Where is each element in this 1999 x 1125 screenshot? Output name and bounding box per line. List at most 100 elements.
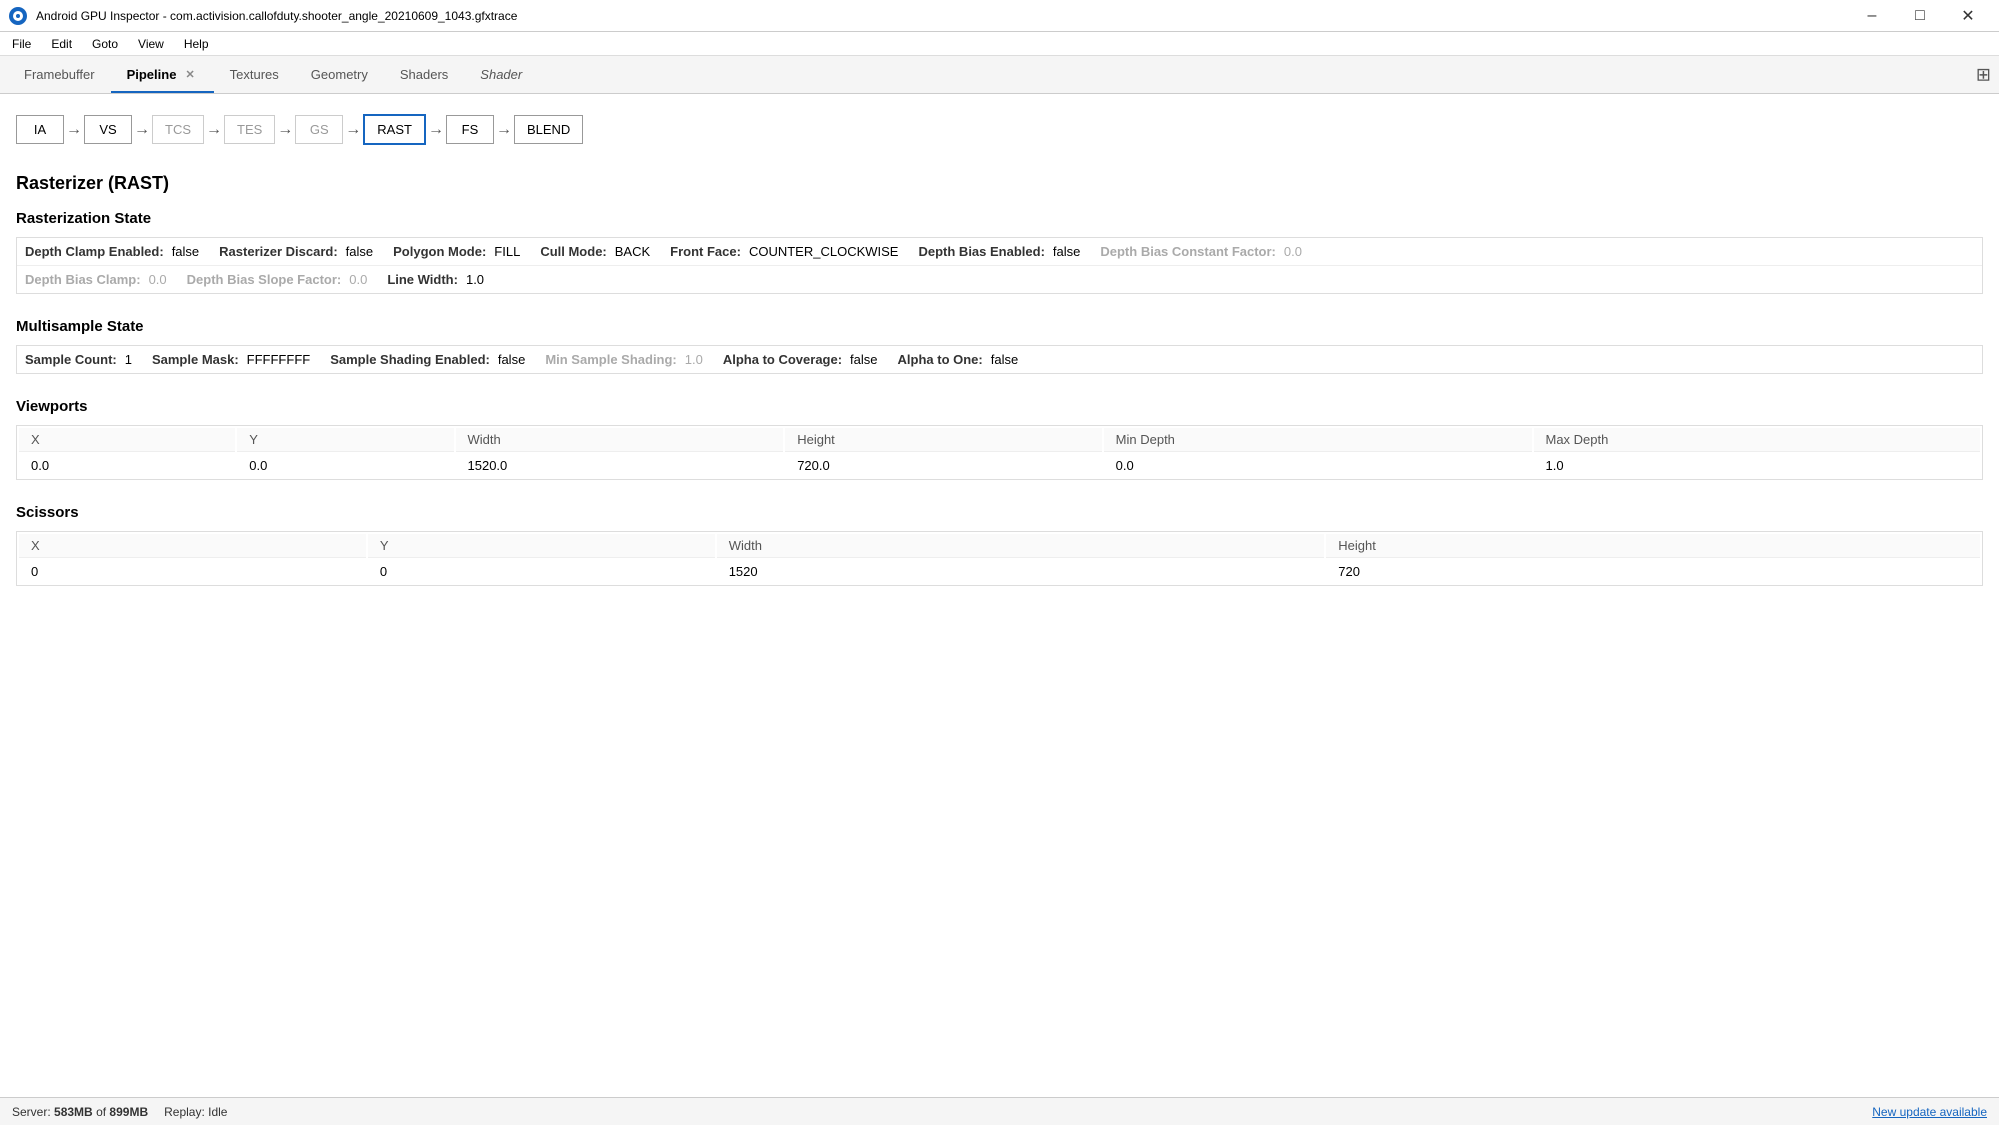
depth-bias-slope-value: 0.0	[349, 272, 367, 287]
arrow-tcs-tes: →	[204, 121, 224, 139]
viewports-header-row: X Y Width Height Min Depth Max Depth	[19, 428, 1980, 452]
depth-bias-constant-label: Depth Bias Constant Factor:	[1100, 244, 1276, 259]
rasterization-row-1: Depth Clamp Enabled: false Rasterizer Di…	[17, 238, 1982, 266]
sample-count-label: Sample Count:	[25, 352, 117, 367]
vp-col-x: X	[19, 428, 235, 452]
pipeline-node-tes[interactable]: TES	[224, 115, 275, 144]
alpha-coverage-label: Alpha to Coverage:	[723, 352, 842, 367]
rasterizer-discard-value: false	[346, 244, 373, 259]
alpha-one-label: Alpha to One:	[898, 352, 983, 367]
pipeline-node-ia[interactable]: IA	[16, 115, 64, 144]
update-link[interactable]: New update available	[1872, 1105, 1987, 1119]
main-content: IA → VS → TCS → TES → GS → RAST → FS → B…	[0, 94, 1999, 1097]
minimize-button[interactable]: –	[1849, 2, 1895, 30]
sc-col-height: Height	[1326, 534, 1980, 558]
arrow-rast-fs: →	[426, 121, 446, 139]
server-total: 899MB	[109, 1105, 148, 1119]
tab-pipeline[interactable]: Pipeline ✕	[111, 57, 214, 93]
close-button[interactable]: ✕	[1945, 2, 1991, 30]
sample-mask-label: Sample Mask:	[152, 352, 239, 367]
vp-width: 1520.0	[456, 454, 784, 477]
min-sample-shading-label: Min Sample Shading:	[545, 352, 676, 367]
expand-button[interactable]: ⊞	[1976, 64, 1991, 85]
status-left: Server: 583MB of 899MB Replay: Idle	[12, 1105, 227, 1119]
pipeline-node-fs[interactable]: FS	[446, 115, 494, 144]
multisample-row-1: Sample Count: 1 Sample Mask: FFFFFFFF Sa…	[17, 346, 1982, 373]
rasterizer-discard-label: Rasterizer Discard:	[219, 244, 338, 259]
arrow-ia-vs: →	[64, 121, 84, 139]
maximize-button[interactable]: □	[1897, 2, 1943, 30]
window-title: Android GPU Inspector - com.activision.c…	[36, 9, 517, 23]
depth-bias-slope-label: Depth Bias Slope Factor:	[187, 272, 342, 287]
tab-textures[interactable]: Textures	[214, 57, 295, 93]
sample-shading-label: Sample Shading Enabled:	[330, 352, 490, 367]
scissors-title: Scissors	[16, 504, 1983, 521]
polygon-mode-label: Polygon Mode:	[393, 244, 486, 259]
multisample-state-section: Multisample State Sample Count: 1 Sample…	[16, 318, 1983, 374]
menu-edit[interactable]: Edit	[43, 35, 80, 53]
sc-col-y: Y	[368, 534, 715, 558]
sc-x: 0	[19, 560, 366, 583]
front-face-value: COUNTER_CLOCKWISE	[749, 244, 899, 259]
rasterization-state-table: Depth Clamp Enabled: false Rasterizer Di…	[16, 237, 1983, 294]
arrow-vs-tcs: →	[132, 121, 152, 139]
depth-clamp-value: false	[172, 244, 199, 259]
viewports-title: Viewports	[16, 398, 1983, 415]
menu-bar: File Edit Goto View Help	[0, 32, 1999, 56]
multisample-state-title: Multisample State	[16, 318, 1983, 335]
server-used: 583MB	[54, 1105, 93, 1119]
tab-bar: Framebuffer Pipeline ✕ Textures Geometry…	[0, 56, 1999, 94]
scissors-section: Scissors X Y Width Height 0 0 1520 720	[16, 504, 1983, 586]
vp-col-width: Width	[456, 428, 784, 452]
polygon-mode-value: FILL	[494, 244, 520, 259]
cull-mode-label: Cull Mode:	[540, 244, 606, 259]
scissors-table: X Y Width Height 0 0 1520 720	[16, 531, 1983, 586]
page-title: Rasterizer (RAST)	[16, 173, 1983, 194]
arrow-gs-rast: →	[343, 121, 363, 139]
pipeline-node-rast[interactable]: RAST	[363, 114, 426, 145]
scissors-row: 0 0 1520 720	[19, 560, 1980, 583]
tab-shaders[interactable]: Shaders	[384, 57, 464, 93]
depth-bias-constant-value: 0.0	[1284, 244, 1302, 259]
sample-shading-value: false	[498, 352, 525, 367]
sc-y: 0	[368, 560, 715, 583]
arrow-fs-blend: →	[494, 121, 514, 139]
window-controls: – □ ✕	[1849, 2, 1991, 30]
alpha-coverage-value: false	[850, 352, 877, 367]
alpha-one-value: false	[991, 352, 1018, 367]
title-bar: Android GPU Inspector - com.activision.c…	[0, 0, 1999, 32]
vp-col-max-depth: Max Depth	[1534, 428, 1981, 452]
line-width-value: 1.0	[466, 272, 484, 287]
menu-help[interactable]: Help	[176, 35, 217, 53]
vp-col-y: Y	[237, 428, 453, 452]
front-face-label: Front Face:	[670, 244, 741, 259]
sample-mask-value: FFFFFFFF	[247, 352, 311, 367]
vp-col-height: Height	[785, 428, 1101, 452]
menu-view[interactable]: View	[130, 35, 172, 53]
multisample-state-table: Sample Count: 1 Sample Mask: FFFFFFFF Sa…	[16, 345, 1983, 374]
replay-status: Replay: Idle	[164, 1105, 227, 1119]
sample-count-value: 1	[125, 352, 132, 367]
sc-col-x: X	[19, 534, 366, 558]
vp-height: 720.0	[785, 454, 1101, 477]
tab-geometry[interactable]: Geometry	[295, 57, 384, 93]
rasterization-row-2: Depth Bias Clamp: 0.0 Depth Bias Slope F…	[17, 266, 1982, 293]
pipeline-flow: IA → VS → TCS → TES → GS → RAST → FS → B…	[16, 106, 1983, 153]
viewports-section: Viewports X Y Width Height Min Depth Max…	[16, 398, 1983, 480]
vp-col-min-depth: Min Depth	[1104, 428, 1532, 452]
line-width-label: Line Width:	[387, 272, 458, 287]
menu-goto[interactable]: Goto	[84, 35, 126, 53]
pipeline-node-tcs[interactable]: TCS	[152, 115, 204, 144]
tab-framebuffer[interactable]: Framebuffer	[8, 57, 111, 93]
sc-width: 1520	[717, 560, 1325, 583]
tab-shader[interactable]: Shader	[464, 57, 538, 93]
menu-file[interactable]: File	[4, 35, 39, 53]
tab-close-pipeline[interactable]: ✕	[182, 67, 197, 82]
pipeline-node-gs[interactable]: GS	[295, 115, 343, 144]
pipeline-node-vs[interactable]: VS	[84, 115, 132, 144]
depth-bias-clamp-label: Depth Bias Clamp:	[25, 272, 141, 287]
pipeline-node-blend[interactable]: BLEND	[514, 115, 583, 144]
sc-col-width: Width	[717, 534, 1325, 558]
min-sample-shading-value: 1.0	[685, 352, 703, 367]
depth-bias-clamp-value: 0.0	[149, 272, 167, 287]
